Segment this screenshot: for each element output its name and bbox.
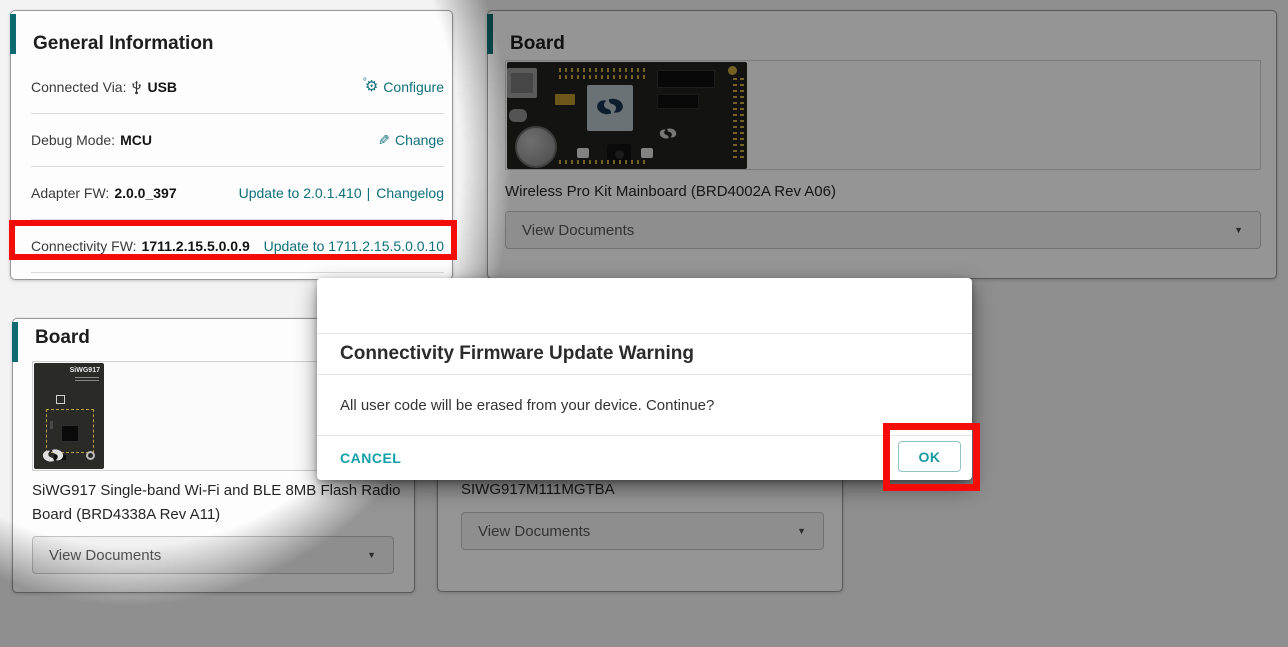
- radio-board-name-line1: SiWG917 Single-band Wi-Fi and BLE 8MB Fl…: [32, 479, 402, 503]
- mainboard-photo: [507, 62, 747, 169]
- ic-chip: [657, 70, 715, 88]
- adapter-fw-value: 2.0.0_397: [114, 185, 176, 201]
- change-link[interactable]: Change: [378, 132, 444, 148]
- debug-mode-row: Debug Mode: MCU Change: [31, 114, 444, 167]
- card-accent-bar: [10, 14, 16, 54]
- adapter-fw-update-link[interactable]: Update to 2.0.1.410: [239, 185, 362, 201]
- connectivity-fw-update-label: Update to 1711.2.15.5.0.0.10: [264, 238, 444, 254]
- radio-board-photo: SiWG917: [34, 363, 104, 469]
- ic-chip: [657, 94, 699, 109]
- debug-mode-label-group: Debug Mode: MCU: [31, 132, 152, 148]
- photo-microtext: [75, 377, 99, 378]
- firmware-update-warning-dialog: Connectivity Firmware Update Warning All…: [317, 278, 972, 480]
- gold-component: [555, 94, 575, 105]
- usb-c-connector: [509, 109, 527, 122]
- siwg917-chip: [61, 425, 79, 442]
- joystick-center: [615, 150, 624, 159]
- push-button: [641, 148, 653, 158]
- view-documents-dropdown[interactable]: View Documents: [505, 211, 1261, 249]
- cancel-button[interactable]: CANCEL: [340, 450, 401, 466]
- silicon-labs-swirl: [659, 128, 677, 139]
- view-documents-label: View Documents: [478, 523, 590, 540]
- pencil-icon: [378, 133, 390, 147]
- pin-header-row: [559, 160, 647, 164]
- component-outline: [56, 395, 65, 404]
- connected-via-label-group: Connected Via: USB: [31, 79, 177, 95]
- connectivity-fw-label: Connectivity FW:: [31, 238, 137, 254]
- adapter-fw-label: Adapter FW:: [31, 185, 109, 201]
- connectivity-fw-label-group: Connectivity FW: 1711.2.15.5.0.0.9: [31, 238, 250, 254]
- mainboard-name: Wireless Pro Kit Mainboard (BRD4002A Rev…: [505, 183, 1255, 200]
- connected-via-value: USB: [147, 79, 177, 95]
- mainboard-image-frame: [505, 60, 1261, 170]
- usb-b-inner: [511, 73, 533, 93]
- connectivity-fw-update-link[interactable]: Update to 1711.2.15.5.0.0.10: [264, 238, 444, 254]
- general-information-card: General Information Connected Via: USB C…: [10, 10, 453, 280]
- lcd-display: [587, 85, 633, 131]
- connectivity-fw-row: Connectivity FW: 1711.2.15.5.0.0.9 Updat…: [31, 220, 444, 273]
- pin-header-column: [733, 74, 737, 158]
- card-accent-bar: [487, 14, 493, 54]
- pin-header-row: [559, 68, 647, 72]
- link-separator: |: [367, 185, 371, 201]
- push-button: [577, 148, 589, 158]
- configure-link-label: Configure: [383, 79, 444, 95]
- radio-board-photo-label: SiWG917: [70, 367, 100, 374]
- chevron-down-icon: [797, 526, 806, 536]
- dialog-header-spacer: [317, 278, 972, 334]
- silicon-labs-swirl: [42, 449, 64, 462]
- coin-battery: [515, 126, 557, 168]
- general-information-title: General Information: [11, 11, 452, 61]
- photo-microtext: [75, 380, 99, 381]
- view-documents-dropdown[interactable]: View Documents: [32, 536, 394, 574]
- debug-mode-value: MCU: [120, 132, 152, 148]
- dialog-message: All user code will be erased from your d…: [317, 375, 972, 436]
- component-ring: [86, 451, 95, 460]
- gear-icon: [363, 78, 378, 94]
- connectivity-fw-value: 1711.2.15.5.0.0.9: [142, 238, 250, 254]
- pin-header-column: [740, 74, 744, 158]
- radio-board-name: SiWG917 Single-band Wi-Fi and BLE 8MB Fl…: [32, 479, 402, 527]
- pin-header-row: [559, 75, 647, 79]
- configure-link[interactable]: Configure: [363, 79, 444, 95]
- view-documents-label: View Documents: [49, 547, 161, 564]
- view-documents-dropdown[interactable]: View Documents: [461, 512, 824, 550]
- small-component: [50, 421, 53, 429]
- dialog-actions: CANCEL OK: [317, 436, 972, 480]
- adapter-fw-label-group: Adapter FW: 2.0.0_397: [31, 185, 177, 201]
- radio-board-name-line2: Board (BRD4338A Rev A11): [32, 503, 402, 527]
- changelog-link[interactable]: Changelog: [376, 185, 444, 201]
- change-link-label: Change: [395, 132, 444, 148]
- card-accent-bar: [12, 322, 18, 362]
- silicon-labs-swirl: [596, 98, 624, 115]
- adapter-fw-row: Adapter FW: 2.0.0_397 Update to 2.0.1.41…: [31, 167, 444, 220]
- mainboard-card-title: Board: [488, 11, 1276, 61]
- module-name: SIWG917M111MGTBA: [461, 481, 831, 498]
- view-documents-label: View Documents: [522, 222, 634, 239]
- ok-button[interactable]: OK: [898, 441, 961, 472]
- gold-pad: [728, 66, 737, 75]
- chevron-down-icon: [1234, 225, 1243, 235]
- dialog-title: Connectivity Firmware Update Warning: [317, 334, 972, 375]
- debug-mode-label: Debug Mode:: [31, 132, 115, 148]
- mainboard-card: Board: [487, 10, 1277, 279]
- chevron-down-icon: [367, 550, 376, 560]
- connected-via-label: Connected Via:: [31, 79, 126, 95]
- usb-icon: [131, 80, 142, 95]
- adapter-fw-links: Update to 2.0.1.410 | Changelog: [239, 185, 444, 201]
